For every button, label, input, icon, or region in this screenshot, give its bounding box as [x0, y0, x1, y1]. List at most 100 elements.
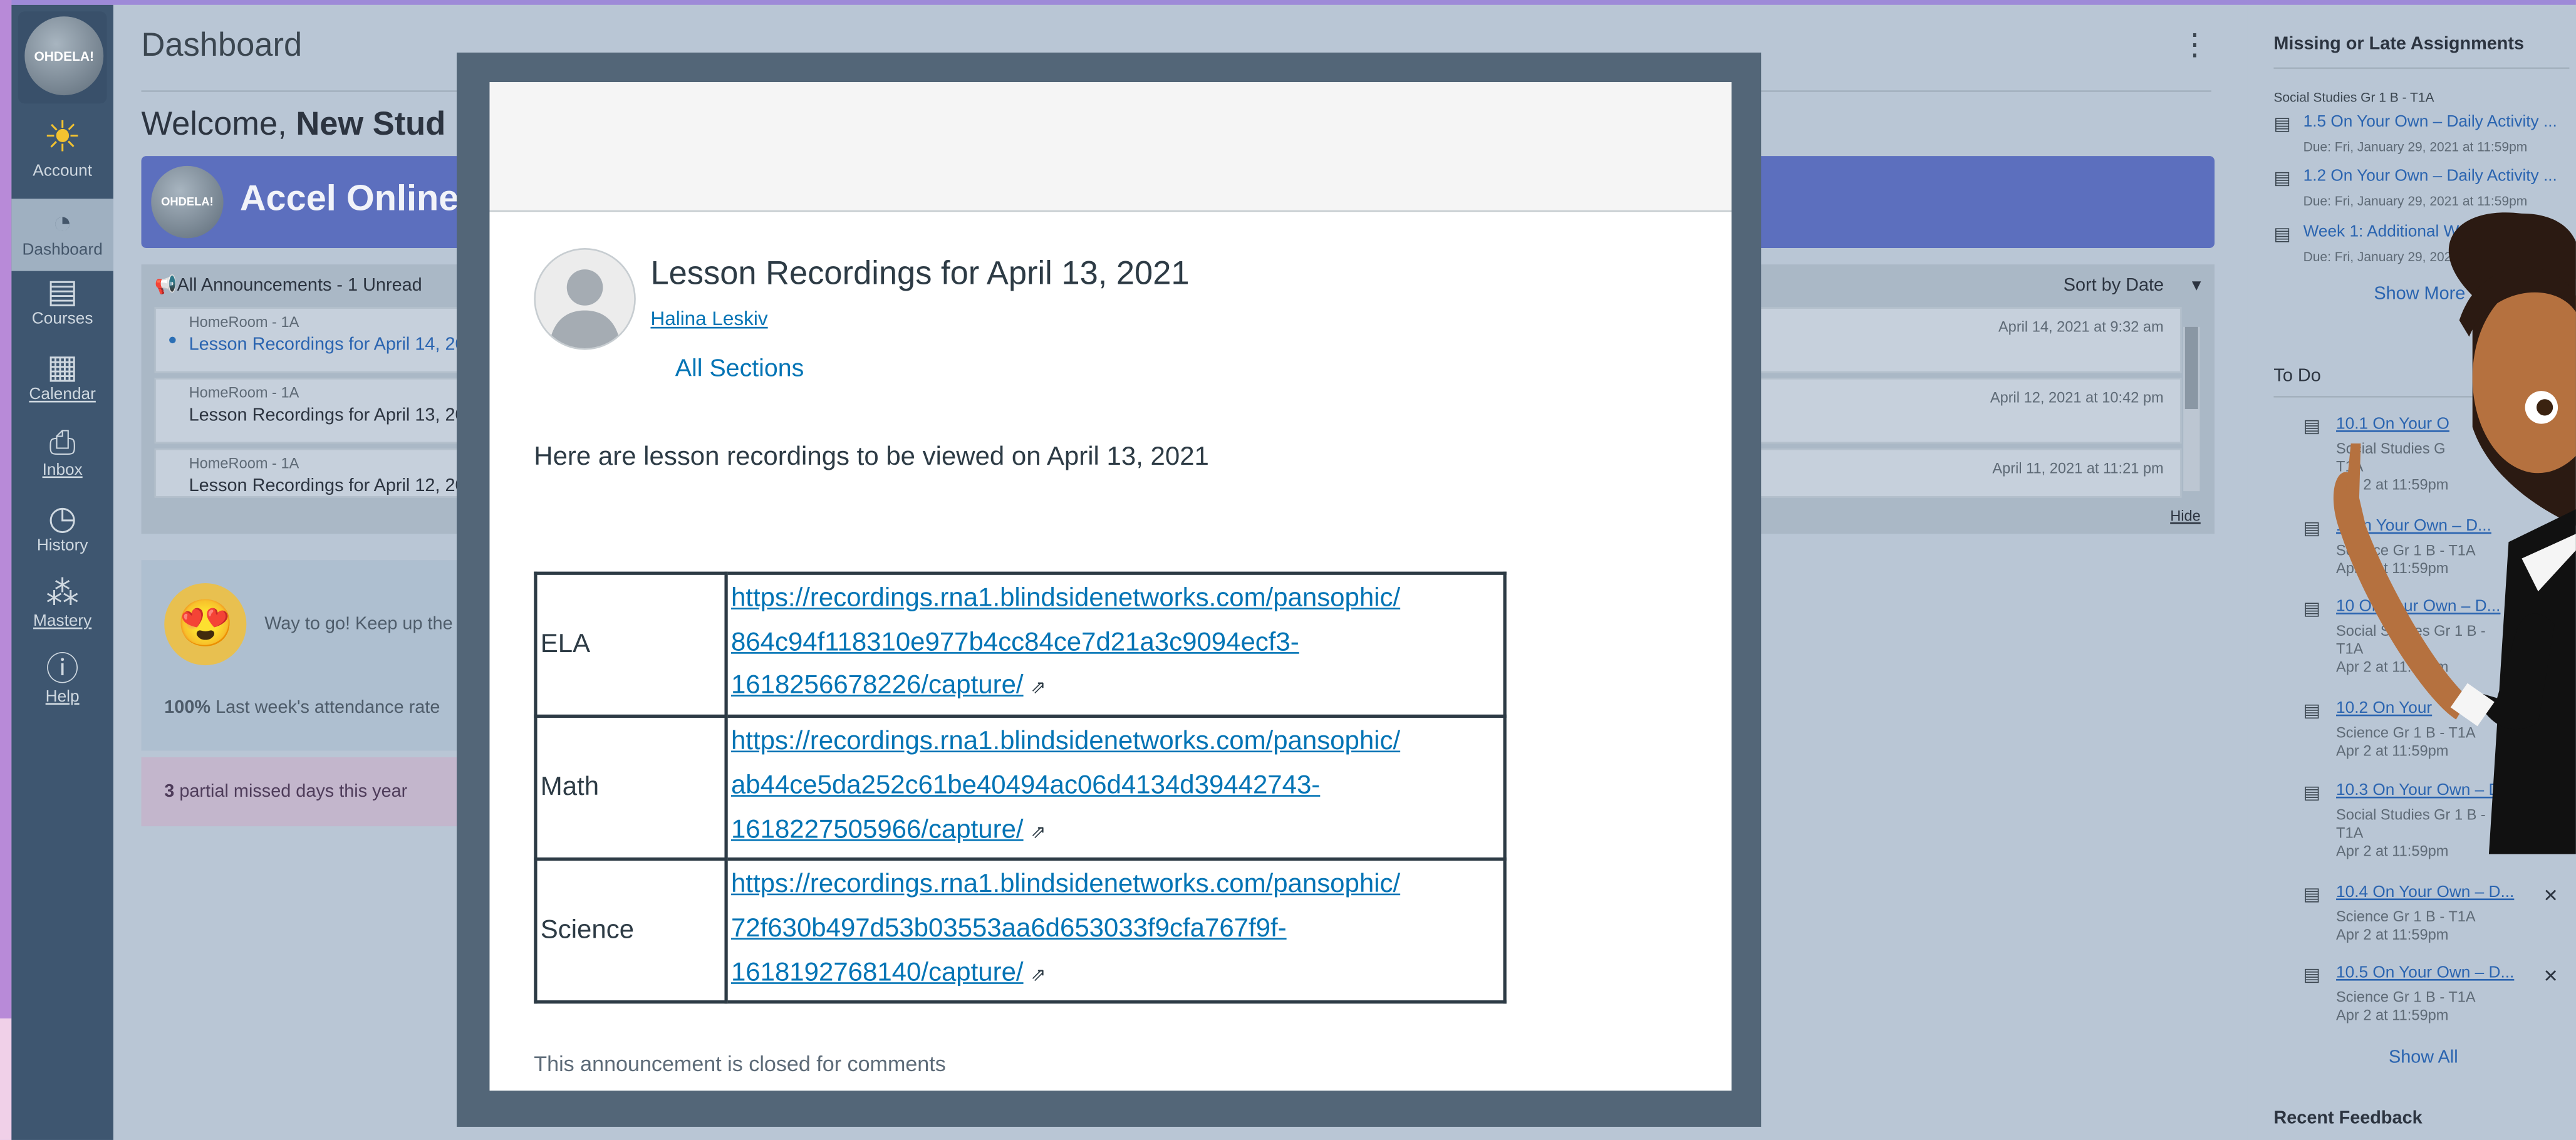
nav-mastery[interactable]: ⁂ Mastery: [11, 576, 113, 642]
assignment-icon: ▤: [2273, 115, 2291, 135]
help-icon: ⓘ: [46, 652, 79, 688]
missing-assignments-heading: Missing or Late Assignments: [2273, 34, 2525, 54]
recording-link[interactable]: https://recordings.rna1.blindsidenetwork…: [731, 728, 1400, 844]
left-edge-strip: [0, 0, 12, 1140]
external-link-icon: ⇗: [1031, 679, 1046, 699]
sort-label: Sort by Date: [2063, 276, 2164, 296]
nav-help[interactable]: ⓘ Help: [11, 652, 113, 718]
nav-inbox-label: Inbox: [42, 461, 83, 480]
recording-link[interactable]: https://recordings.rna1.blindsidenetwork…: [731, 871, 1400, 987]
recording-link-line: 864c94f118310e977b4cc84ce7d21a3c9094ecf3…: [730, 628, 1299, 657]
missed-days-label: partial missed days this year: [179, 782, 408, 802]
announcement-context: HomeRoom - 1A: [189, 313, 299, 331]
missed-days-value: 3: [164, 782, 175, 802]
announcements-header[interactable]: 📢All Announcements - 1 Unread: [155, 274, 422, 296]
subject-cell: Science: [534, 858, 728, 1005]
star-eyes-emoji-icon: 😍: [164, 583, 247, 666]
nav-courses-label: Courses: [31, 310, 93, 329]
recording-link-line: https://recordings.rna1.blindsidenetwork…: [730, 871, 1401, 899]
recording-link[interactable]: https://recordings.rna1.blindsidenetwork…: [731, 585, 1400, 701]
announcement-date: April 14, 2021 at 9:32 am: [1998, 318, 2164, 335]
show-all-link[interactable]: Show All: [2389, 1048, 2458, 1067]
announcement-context: HomeRoom - 1A: [189, 455, 299, 472]
school-logo[interactable]: OHDELA!: [18, 11, 107, 104]
recording-link-line: 1618227505966/capture/: [730, 816, 1024, 844]
announcement-title[interactable]: Lesson Recordings for April 13, 202: [189, 406, 475, 425]
book-icon: ▤: [46, 274, 78, 311]
announcements-scrollbar[interactable]: [2183, 326, 2200, 492]
announcement-title[interactable]: Lesson Recordings for April 12, 202: [189, 476, 475, 495]
nav-dashboard[interactable]: ◔ Dashboard: [11, 199, 113, 271]
nav-history[interactable]: ◷ History: [11, 501, 113, 567]
nav-account-label: Account: [33, 162, 93, 181]
dismiss-icon[interactable]: ✕: [2543, 966, 2558, 987]
announcement-modal: Lesson Recordings for April 13, 2021 Hal…: [489, 82, 1732, 1091]
assignment-icon: ▤: [2303, 885, 2320, 905]
recording-link-line: https://recordings.rna1.blindsidenetwork…: [730, 584, 1401, 613]
recording-link-cell: https://recordings.rna1.blindsidenetwork…: [724, 858, 1507, 1005]
modal-header-bar: [489, 82, 1732, 212]
inbox-icon: ⎙: [49, 425, 76, 462]
sidebar-divider: [2273, 67, 2570, 70]
external-link-icon: ⇗: [1031, 965, 1046, 985]
megaphone-icon: 📢: [154, 276, 177, 296]
missing-course-context: Social Studies Gr 1 B - T1A: [2273, 90, 2434, 105]
announcement-intro: Here are lesson recordings to be viewed …: [534, 443, 1209, 472]
recording-link-cell: https://recordings.rna1.blindsidenetwork…: [724, 571, 1507, 718]
table-row: ELA https://recordings.rna1.blindsidenet…: [534, 571, 1507, 718]
recent-feedback-heading: Recent Feedback: [2273, 1109, 2423, 1129]
recordings-table: ELA https://recordings.rna1.blindsidenet…: [534, 571, 1507, 1005]
announcement-date: April 12, 2021 at 10:42 pm: [1990, 389, 2164, 406]
welcome-heading: Welcome, New Stud: [142, 106, 446, 144]
scrollbar-thumb[interactable]: [2184, 326, 2198, 409]
announcement-title: Lesson Recordings for April 13, 2021: [650, 256, 1190, 293]
recording-link-line: 1618256678226/capture/: [730, 672, 1024, 701]
missed-days-card: 3 partial missed days this year: [141, 757, 462, 827]
encouragement-card: 😍 Way to go! Keep up the 100% Last week'…: [141, 560, 462, 751]
clock-icon: ◷: [48, 500, 77, 537]
todo-item-link[interactable]: 10.5 On Your Own – D...: [2336, 964, 2514, 982]
sections-link[interactable]: All Sections: [675, 355, 804, 383]
todo-item-link[interactable]: 10.4 On Your Own – D...: [2336, 884, 2514, 902]
announcement-title[interactable]: Lesson Recordings for April 14, 202: [189, 335, 475, 355]
assignment-icon: ▤: [2273, 169, 2291, 189]
missing-assignment-link[interactable]: 1.2 On Your Own – Daily Activity ...: [2303, 167, 2557, 185]
recording-link-line: 1618192768140/capture/: [730, 958, 1024, 987]
nav-calendar[interactable]: ▦ Calendar: [11, 350, 113, 416]
todo-item-date: Apr 2 at 11:59pm: [2336, 926, 2449, 943]
nav-dashboard-label: Dashboard: [22, 241, 103, 260]
nav-courses[interactable]: ▤ Courses: [11, 274, 113, 340]
todo-item-date: Apr 2 at 11:59pm: [2336, 1007, 2449, 1023]
welcome-prefix: Welcome,: [141, 106, 287, 143]
nav-mastery-label: Mastery: [33, 613, 92, 631]
author-link[interactable]: Halina Leskiv: [650, 307, 767, 330]
assignment-icon: ▤: [2303, 965, 2320, 986]
attendance-label: Last week's attendance rate: [216, 698, 440, 718]
recording-link-line: ab44ce5da252c61be40494ac06d4134d39442743…: [730, 772, 1321, 800]
page-title: Dashboard: [141, 28, 303, 65]
table-row: Math https://recordings.rna1.blindsidene…: [534, 715, 1507, 861]
recording-link-line: 72f630b497d53b03553aa6d653033f9cfa767f9f…: [730, 915, 1287, 943]
school-logo-badge: OHDELA!: [24, 16, 104, 96]
missing-assignment-link[interactable]: 1.5 On Your Own – Daily Activity ...: [2303, 113, 2557, 132]
author-avatar: [534, 247, 636, 350]
presenter-character-illustration: [2333, 212, 2576, 854]
table-row: Science https://recordings.rna1.blindsid…: [534, 858, 1507, 1005]
nav-account[interactable]: ☀ Account: [11, 110, 113, 189]
sort-dropdown[interactable]: Sort by Date ▾: [2064, 274, 2201, 296]
announcement-date: April 11, 2021 at 11:21 pm: [1992, 460, 2164, 477]
unread-dot: [169, 336, 176, 344]
nav-inbox[interactable]: ⎙ Inbox: [11, 425, 113, 491]
options-menu-icon[interactable]: ⋮: [2180, 28, 2210, 63]
attendance-value: 100%: [164, 698, 211, 718]
encouragement-text: Way to go! Keep up the: [264, 614, 453, 635]
nav-history-label: History: [36, 537, 88, 556]
sun-avatar-icon: ☀: [43, 111, 82, 161]
todo-item-details: Science Gr 1 B - T1A Apr 2 at 11:59pm: [2336, 989, 2516, 1025]
global-nav: OHDELA! ☀ Account ◔ Dashboard ▤ Courses …: [11, 4, 113, 1140]
missing-assignment-due: Due: Fri, January 29, 2021 at 11:59pm: [2303, 139, 2528, 155]
recording-link-line: https://recordings.rna1.blindsidenetwork…: [730, 728, 1401, 756]
hide-link[interactable]: Hide: [2170, 507, 2201, 524]
dismiss-icon[interactable]: ✕: [2543, 885, 2558, 906]
person-silhouette-icon: [548, 269, 621, 348]
